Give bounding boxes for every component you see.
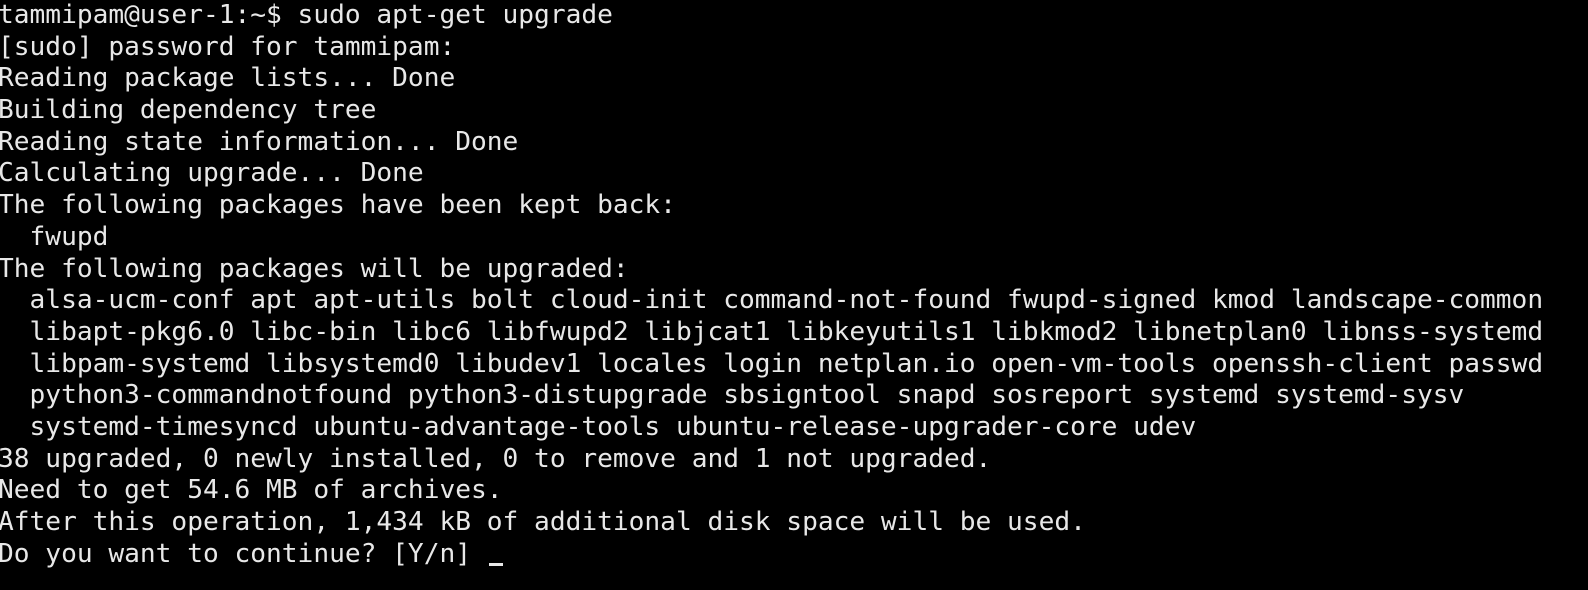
output-line: The following packages will be upgraded: [0, 253, 629, 284]
output-line: The following packages have been kept ba… [0, 190, 676, 221]
output-line: Reading package lists... Done [0, 63, 456, 94]
output-line: Building dependency tree [0, 95, 377, 126]
terminal-window[interactable]: tammipam@user-1:~$ sudo apt-get upgrade … [0, 0, 1588, 590]
upgrade-package-line: systemd-timesyncd ubuntu-advantage-tools… [0, 411, 1197, 442]
continue-prompt-line[interactable]: Do you want to continue? [Y/n] [0, 539, 1588, 571]
summary-line: 38 upgraded, 0 newly installed, 0 to rem… [0, 443, 992, 474]
prompt-command-line: tammipam@user-1:~$ sudo apt-get upgrade [0, 0, 613, 30]
output-line: Calculating upgrade... Done [0, 158, 424, 189]
terminal-cursor[interactable] [488, 562, 503, 566]
upgrade-package-line: alsa-ucm-conf apt apt-utils bolt cloud-i… [0, 285, 1544, 316]
kept-back-package-line: fwupd [0, 221, 109, 252]
continue-prompt-text: Do you want to continue? [Y/n] [0, 538, 487, 569]
disk-space-line: After this operation, 1,434 kB of additi… [0, 507, 1086, 537]
download-size-line: Need to get 54.6 MB of archives. [0, 475, 503, 506]
sudo-password-line: [sudo] password for tammipam: [0, 31, 456, 62]
output-line: Reading state information... Done [0, 126, 519, 157]
upgrade-package-line: libpam-systemd libsystemd0 libudev1 loca… [0, 348, 1544, 379]
upgrade-package-line: libapt-pkg6.0 libc-bin libc6 libfwupd2 l… [0, 316, 1544, 347]
upgrade-package-line: python3-commandnotfound python3-distupgr… [0, 380, 1465, 411]
